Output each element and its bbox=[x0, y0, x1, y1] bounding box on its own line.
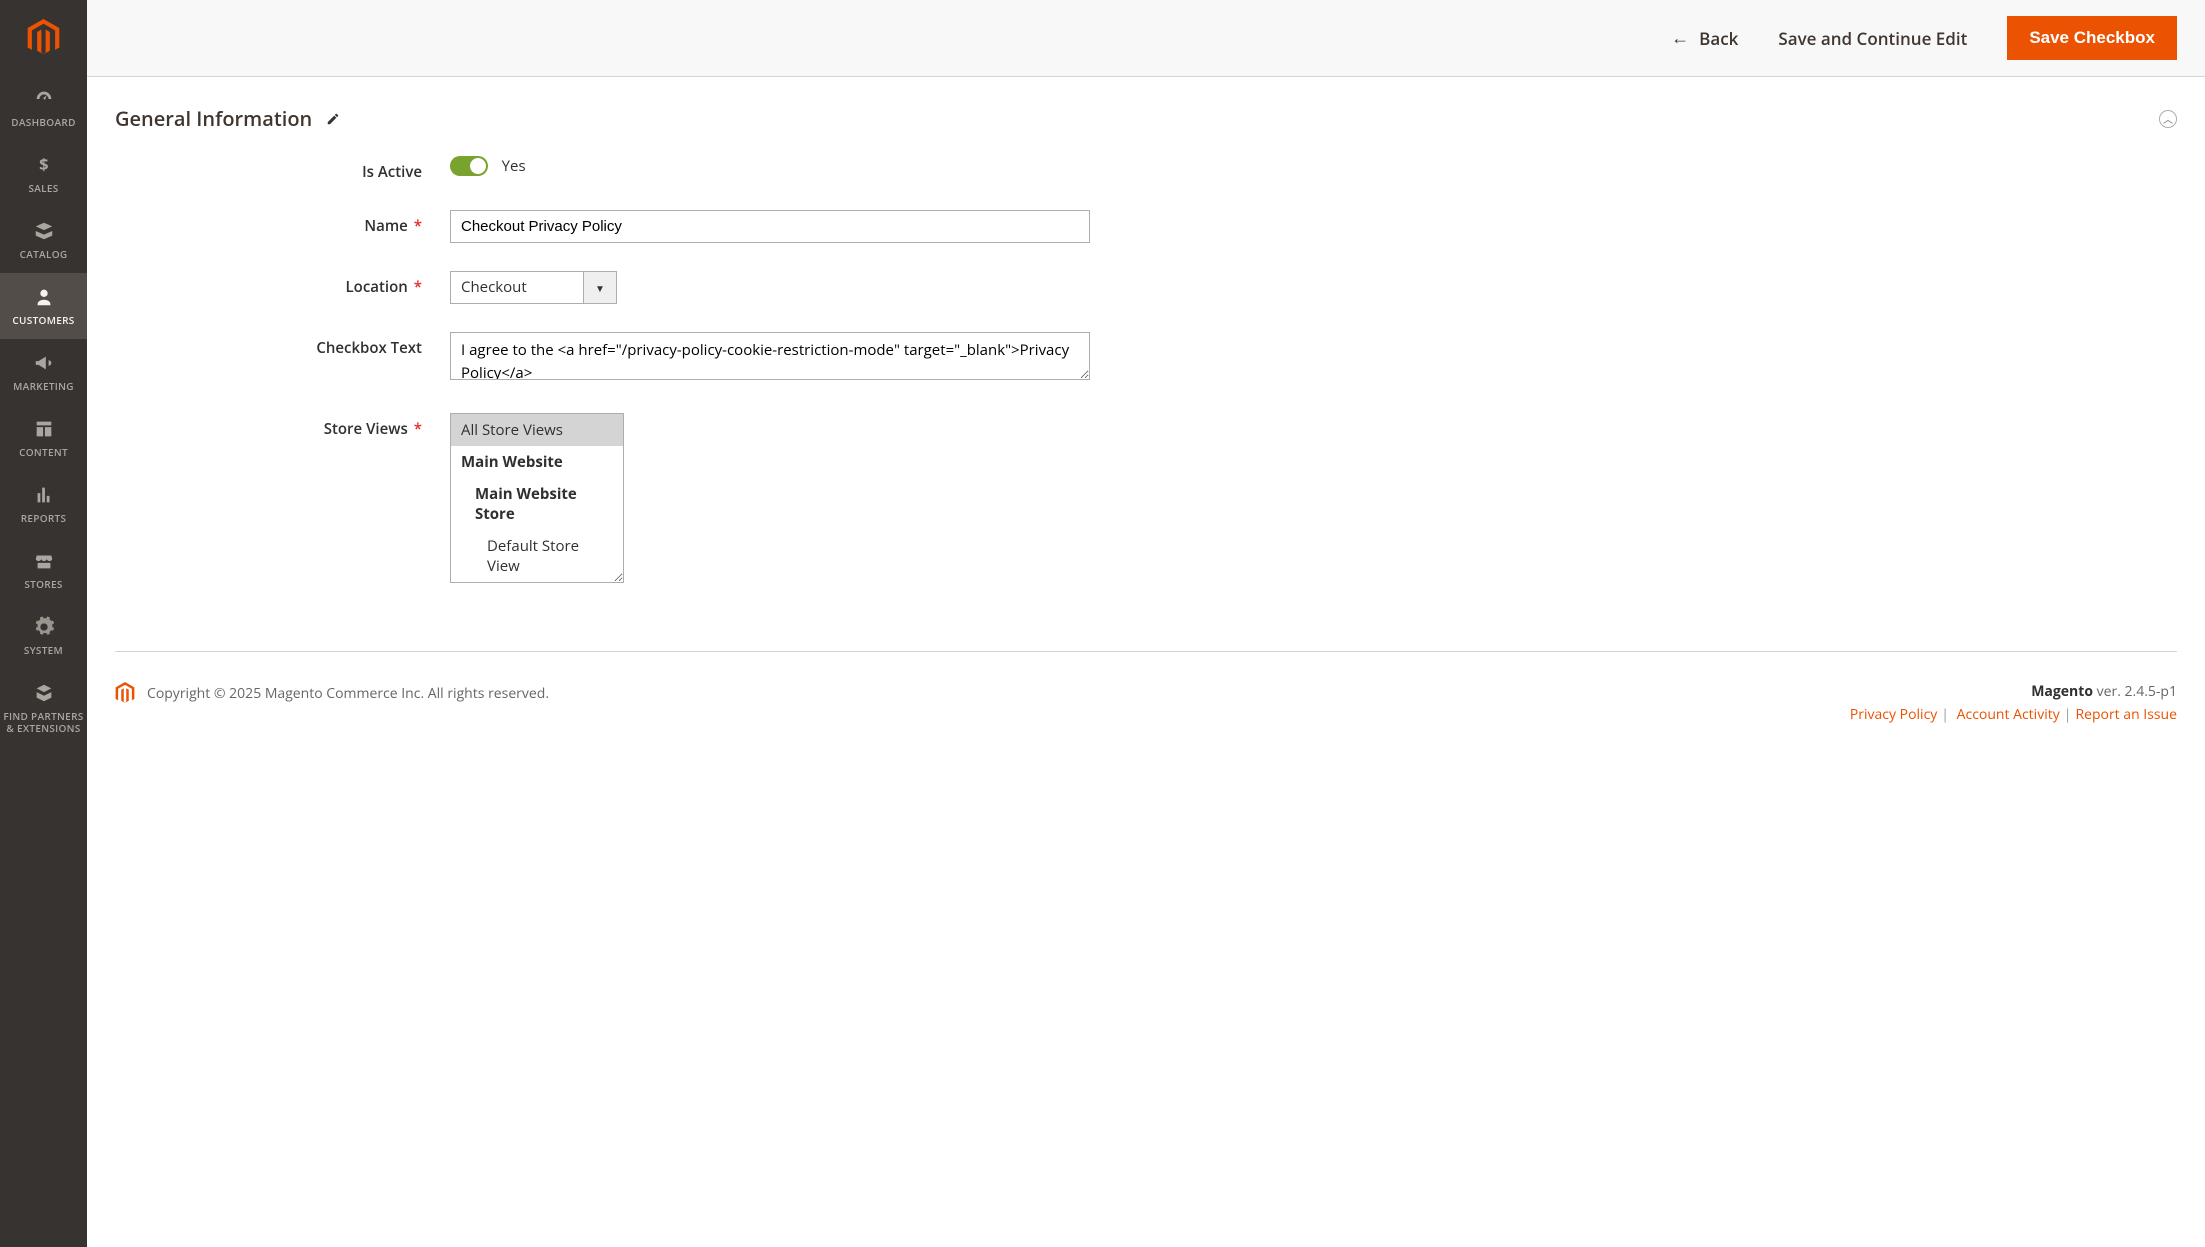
megaphone-icon bbox=[33, 352, 55, 374]
sidebar-item-sales[interactable]: $ SALES bbox=[0, 141, 87, 207]
label-is-active: Is Active bbox=[115, 156, 450, 182]
field-store-views: Store Views* All Store ViewsMain Website… bbox=[115, 413, 2177, 583]
section-title-wrap: General Information bbox=[115, 105, 340, 132]
sidebar-item-label: REPORTS bbox=[21, 512, 67, 524]
control-store-views: All Store ViewsMain WebsiteMain Website … bbox=[450, 413, 624, 583]
required-mark: * bbox=[414, 216, 422, 236]
account-activity-link[interactable]: Account Activity bbox=[1953, 705, 2060, 724]
page-actions: ← Back Save and Continue Edit Save Check… bbox=[87, 0, 2205, 77]
label-location: Location * bbox=[115, 271, 450, 297]
sidebar-item-label: FIND PARTNERS & EXTENSIONS bbox=[2, 710, 85, 734]
store-view-option[interactable]: Main Website bbox=[451, 446, 623, 478]
control-name bbox=[450, 210, 1090, 243]
label-store-views-text: Store Views bbox=[324, 419, 408, 439]
magento-logo-icon bbox=[26, 19, 61, 57]
customers-icon bbox=[33, 286, 55, 308]
sidebar-item-customers[interactable]: CUSTOMERS bbox=[0, 273, 87, 339]
back-button-label: Back bbox=[1699, 27, 1738, 50]
stores-icon bbox=[33, 550, 55, 572]
checkbox-text-textarea[interactable] bbox=[450, 332, 1090, 380]
copyright-text: Copyright © 2025 Magento Commerce Inc. A… bbox=[147, 684, 549, 703]
control-location: Checkout ▼ bbox=[450, 271, 617, 304]
back-arrow-icon: ← bbox=[1671, 26, 1689, 50]
sidebar-item-marketing[interactable]: MARKETING bbox=[0, 339, 87, 405]
save-and-continue-label: Save and Continue Edit bbox=[1778, 27, 1967, 50]
save-checkbox-button[interactable]: Save Checkbox bbox=[2007, 16, 2177, 60]
sidebar-item-label: CATALOG bbox=[20, 248, 68, 260]
chevron-up-icon: ︿ bbox=[2163, 111, 2173, 126]
collapse-section-button[interactable]: ︿ bbox=[2159, 110, 2177, 128]
general-information-form: Is Active Yes Name * Location * Checkout ▼ bbox=[87, 146, 2205, 651]
dashboard-icon bbox=[33, 88, 55, 110]
separator: | bbox=[2064, 705, 2072, 724]
required-mark: * bbox=[414, 277, 422, 297]
is-active-toggle[interactable] bbox=[450, 156, 488, 176]
location-select-value: Checkout bbox=[450, 271, 584, 304]
content-icon bbox=[33, 418, 55, 440]
label-checkbox-text: Checkbox Text bbox=[115, 332, 450, 358]
separator: | bbox=[1941, 705, 1949, 724]
pencil-icon[interactable] bbox=[326, 112, 340, 126]
svg-text:$: $ bbox=[39, 154, 49, 176]
is-active-value-label: Yes bbox=[502, 156, 526, 176]
sidebar-item-label: MARKETING bbox=[13, 380, 74, 392]
page-footer: Copyright © 2025 Magento Commerce Inc. A… bbox=[87, 652, 2205, 764]
store-views-multiselect[interactable]: All Store ViewsMain WebsiteMain Website … bbox=[450, 413, 624, 583]
sidebar-item-dashboard[interactable]: DASHBOARD bbox=[0, 75, 87, 141]
magento-footer-logo-icon bbox=[115, 682, 135, 704]
privacy-policy-link[interactable]: Privacy Policy bbox=[1850, 705, 1937, 724]
magento-logo[interactable] bbox=[0, 0, 87, 75]
product-name: Magento bbox=[2031, 682, 2093, 701]
label-name-text: Name bbox=[364, 216, 407, 236]
location-select-toggle[interactable]: ▼ bbox=[584, 271, 617, 304]
field-location: Location * Checkout ▼ bbox=[115, 271, 2177, 304]
footer-right: Magento ver. 2.4.5-p1 Privacy Policy| Ac… bbox=[1850, 682, 2177, 724]
control-is-active: Yes bbox=[450, 156, 526, 176]
triangle-down-icon: ▼ bbox=[595, 281, 605, 295]
partners-icon bbox=[33, 682, 55, 704]
sidebar-item-catalog[interactable]: CATALOG bbox=[0, 207, 87, 273]
gear-icon bbox=[33, 616, 55, 638]
sidebar-item-label: STORES bbox=[24, 578, 62, 590]
label-location-text: Location bbox=[346, 277, 408, 297]
store-view-option[interactable]: All Store Views bbox=[451, 414, 623, 446]
reports-icon bbox=[33, 484, 55, 506]
location-select[interactable]: Checkout ▼ bbox=[450, 271, 617, 304]
report-issue-link[interactable]: Report an Issue bbox=[2075, 705, 2177, 724]
sidebar-item-stores[interactable]: STORES bbox=[0, 537, 87, 603]
section-header-general-information: General Information ︿ bbox=[87, 77, 2205, 146]
sidebar-item-label: SYSTEM bbox=[24, 644, 63, 656]
dollar-icon: $ bbox=[33, 154, 55, 176]
sidebar-item-label: SALES bbox=[28, 182, 58, 194]
version-line: Magento ver. 2.4.5-p1 bbox=[1850, 682, 2177, 701]
sidebar-item-label: CONTENT bbox=[19, 446, 68, 458]
label-store-views: Store Views * bbox=[115, 413, 450, 439]
field-name: Name * bbox=[115, 210, 2177, 243]
section-title: General Information bbox=[115, 105, 312, 132]
store-view-option[interactable]: Default Store View bbox=[451, 530, 623, 582]
sidebar-item-reports[interactable]: REPORTS bbox=[0, 471, 87, 537]
control-checkbox-text bbox=[450, 332, 1090, 385]
sidebar-item-label: DASHBOARD bbox=[11, 116, 75, 128]
catalog-icon bbox=[33, 220, 55, 242]
footer-links: Privacy Policy| Account Activity|Report … bbox=[1850, 705, 2177, 724]
toggle-knob bbox=[470, 158, 486, 174]
version-text: ver. 2.4.5-p1 bbox=[2093, 682, 2177, 701]
sidebar-item-content[interactable]: CONTENT bbox=[0, 405, 87, 471]
main-content: ← Back Save and Continue Edit Save Check… bbox=[87, 0, 2205, 764]
footer-left: Copyright © 2025 Magento Commerce Inc. A… bbox=[115, 682, 549, 704]
sidebar-item-label: CUSTOMERS bbox=[12, 314, 74, 326]
back-button[interactable]: ← Back bbox=[1671, 26, 1738, 50]
field-checkbox-text: Checkbox Text bbox=[115, 332, 2177, 385]
sidebar-item-find-partners[interactable]: FIND PARTNERS & EXTENSIONS bbox=[0, 669, 87, 747]
label-name: Name * bbox=[115, 210, 450, 236]
admin-sidebar: DASHBOARD $ SALES CATALOG CUSTOMERS MARK… bbox=[0, 0, 87, 1247]
save-and-continue-button[interactable]: Save and Continue Edit bbox=[1778, 27, 1967, 50]
sidebar-item-system[interactable]: SYSTEM bbox=[0, 603, 87, 669]
name-input[interactable] bbox=[450, 210, 1090, 243]
required-mark: * bbox=[414, 419, 422, 439]
field-is-active: Is Active Yes bbox=[115, 156, 2177, 182]
store-view-option[interactable]: Main Website Store bbox=[451, 478, 623, 530]
save-checkbox-label: Save Checkbox bbox=[2029, 28, 2155, 47]
